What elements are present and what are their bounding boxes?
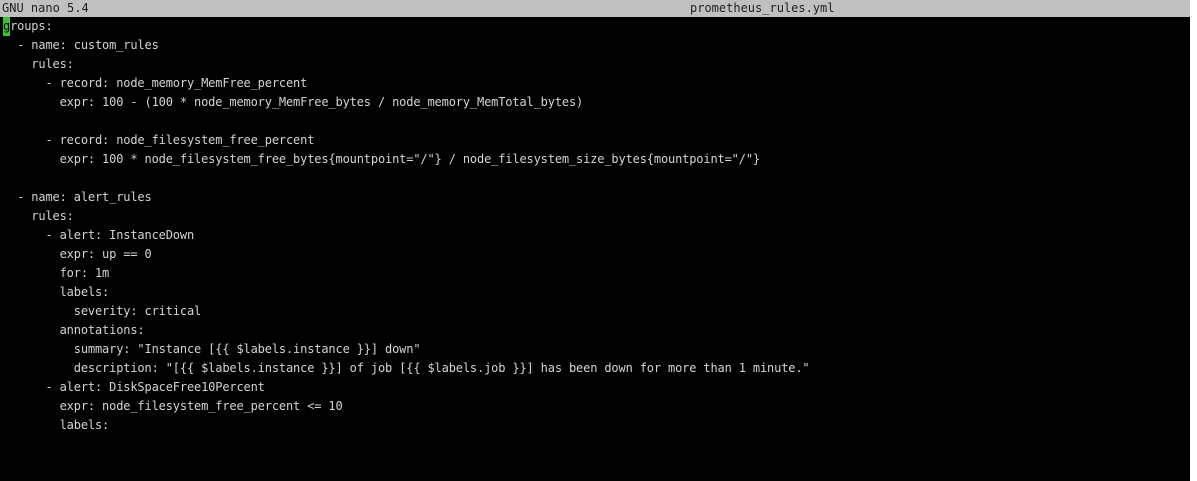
terminal-window: GNU nano 5.4 prometheus_rules.yml groups… (0, 0, 1190, 481)
editor-line[interactable]: severity: critical (0, 302, 1190, 321)
editor-line[interactable]: rules: (0, 207, 1190, 226)
editor-line[interactable]: - alert: InstanceDown (0, 226, 1190, 245)
editor-line[interactable] (0, 112, 1190, 131)
editor-line[interactable]: - record: node_memory_MemFree_percent (0, 74, 1190, 93)
editor-line[interactable]: groups: (0, 17, 1190, 36)
line-text: roups: (10, 19, 53, 33)
editor-line[interactable]: labels: (0, 416, 1190, 435)
editor-line[interactable]: description: "[{{ $labels.instance }}] o… (0, 359, 1190, 378)
editor-line[interactable]: - record: node_filesystem_free_percent (0, 131, 1190, 150)
editor-line[interactable]: expr: node_filesystem_free_percent <= 10 (0, 397, 1190, 416)
file-name: prometheus_rules.yml (690, 1, 835, 15)
editor-line[interactable]: summary: "Instance [{{ $labels.instance … (0, 340, 1190, 359)
editor-line[interactable]: - name: alert_rules (0, 188, 1190, 207)
editor-line[interactable]: expr: up == 0 (0, 245, 1190, 264)
text-editor-area[interactable]: groups: - name: custom_rules rules: - re… (0, 17, 1190, 481)
editor-line[interactable]: - alert: DiskSpaceFree10Percent (0, 378, 1190, 397)
editor-line[interactable]: for: 1m (0, 264, 1190, 283)
editor-line[interactable] (0, 169, 1190, 188)
window-edge (1190, 0, 1197, 481)
nano-title-bar: GNU nano 5.4 prometheus_rules.yml (0, 0, 1190, 17)
editor-line[interactable]: labels: (0, 283, 1190, 302)
editor-line[interactable]: rules: (0, 55, 1190, 74)
editor-line[interactable]: expr: 100 * node_filesystem_free_bytes{m… (0, 150, 1190, 169)
editor-line[interactable]: annotations: (0, 321, 1190, 340)
nano-version: GNU nano 5.4 (2, 1, 89, 15)
editor-line[interactable]: - name: custom_rules (0, 36, 1190, 55)
editor-line[interactable]: expr: 100 - (100 * node_memory_MemFree_b… (0, 93, 1190, 112)
